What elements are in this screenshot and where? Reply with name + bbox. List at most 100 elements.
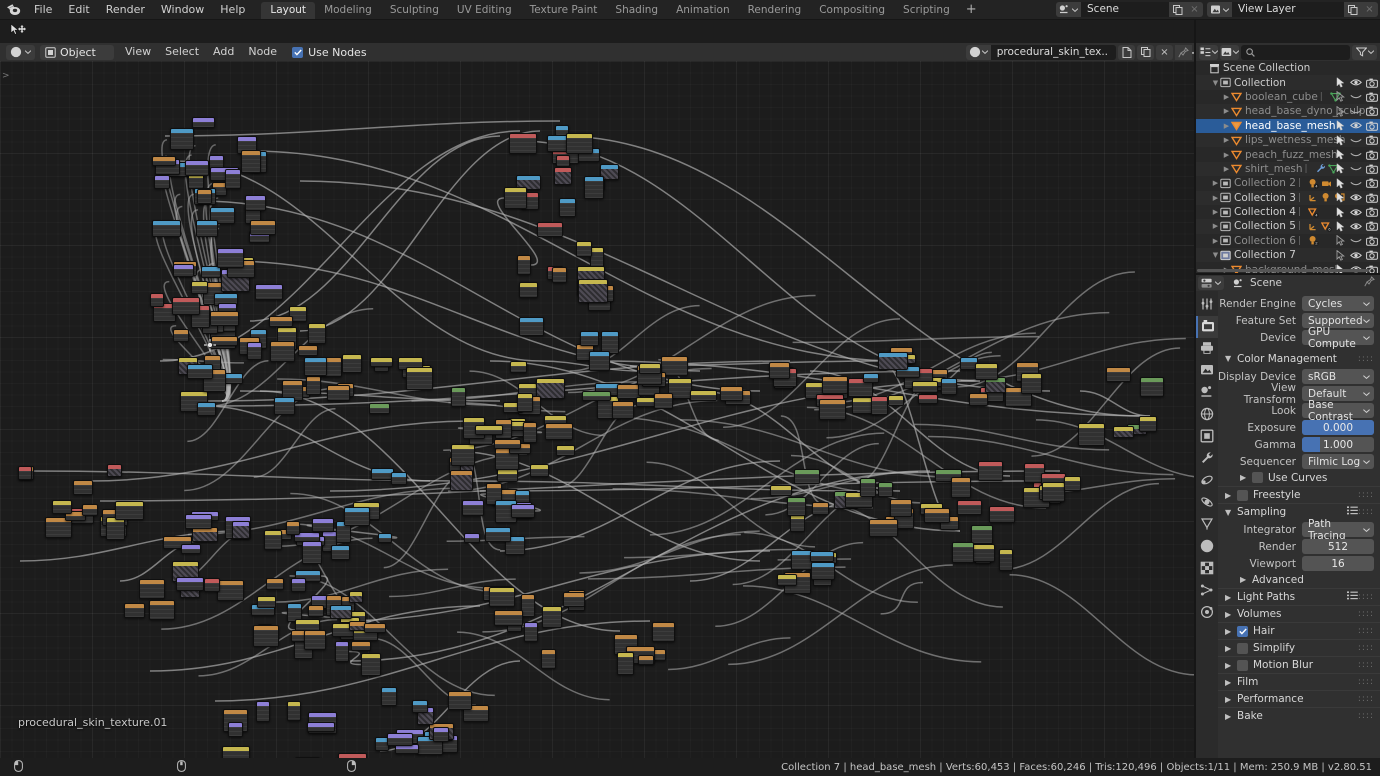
shader-node[interactable] <box>451 444 475 466</box>
shader-node[interactable] <box>1113 426 1134 438</box>
outliner-row-head_base_dyno_sculp[interactable]: ▶ head_base_dyno_sculp <box>1196 104 1380 119</box>
outliner-expander[interactable]: ▶ <box>1222 136 1231 144</box>
freestyle-checkbox[interactable] <box>1237 489 1248 501</box>
menu-edit[interactable]: Edit <box>60 0 97 19</box>
shader-node[interactable] <box>494 439 521 449</box>
shader-node[interactable] <box>888 395 904 406</box>
shader-node[interactable] <box>511 504 535 518</box>
shader-node[interactable] <box>871 396 888 415</box>
outliner-cursor-filled-toggle[interactable] <box>1336 134 1346 146</box>
shader-node[interactable] <box>509 133 537 154</box>
panel-hair[interactable]: ▶ Hair:::: <box>1218 622 1380 639</box>
outliner-filter-id-selector[interactable] <box>1220 44 1239 60</box>
shader-node[interactable] <box>286 521 300 535</box>
light-orange-icon[interactable] <box>1321 192 1332 203</box>
outliner-expander[interactable]: ▼ <box>1211 79 1220 87</box>
outliner-camera-toggle[interactable] <box>1366 92 1378 102</box>
shader-node[interactable] <box>517 393 533 412</box>
outliner-row-shirt_mesh[interactable]: ▶ shirt_mesh | <box>1196 161 1380 177</box>
camera-orange-icon[interactable] <box>1321 178 1332 189</box>
outliner-row-lips_wetness_mesh[interactable]: ▶ lips_wetness_mesh <box>1196 132 1380 148</box>
shader-type-selector[interactable]: Object <box>40 44 1196 60</box>
shader-node[interactable] <box>971 525 993 544</box>
preset-list-icon[interactable] <box>1347 591 1358 603</box>
shader-node[interactable] <box>124 603 145 618</box>
properties-panel[interactable]: Render Engine Cycles Feature Set Supported D… <box>1218 291 1380 758</box>
shader-node[interactable] <box>349 591 363 603</box>
shader-node[interactable] <box>264 530 282 550</box>
shader-node[interactable] <box>999 549 1013 571</box>
property-slider-viewport-samples[interactable]: 16 <box>1302 556 1374 571</box>
shader-node[interactable] <box>524 622 538 642</box>
shader-node[interactable] <box>232 521 250 539</box>
new-view-layer-button[interactable] <box>1344 2 1361 17</box>
menu-window[interactable]: Window <box>153 0 212 19</box>
outliner-eye-closed-toggle[interactable] <box>1350 150 1362 159</box>
outliner-eye-open-toggle[interactable] <box>1350 222 1362 231</box>
shader-node[interactable] <box>256 701 270 722</box>
shader-node[interactable] <box>250 220 276 235</box>
scene-selector[interactable]: Scene × <box>1056 2 1203 17</box>
outliner-expander[interactable]: ▶ <box>1222 151 1231 159</box>
shader-node[interactable] <box>241 150 261 173</box>
outliner-eye-closed-toggle[interactable] <box>1350 107 1362 116</box>
properties-pin-button[interactable] <box>1364 276 1375 290</box>
shader-node[interactable] <box>504 187 527 209</box>
add-workspace-button[interactable]: + <box>959 1 984 18</box>
shader-node[interactable] <box>204 578 220 592</box>
shader-node[interactable] <box>115 501 144 520</box>
shader-node[interactable] <box>255 284 283 300</box>
outliner-cursor-outline-toggle[interactable] <box>1336 235 1346 247</box>
outliner-eye-closed-toggle[interactable] <box>1350 164 1362 173</box>
material-selector[interactable]: procedural_skin_tex.. <box>965 44 1116 60</box>
outliner-eye-closed-toggle[interactable] <box>1350 136 1362 145</box>
mesh-6-icon[interactable]: 6 <box>1321 221 1332 232</box>
workspace-tab-compositing[interactable]: Compositing <box>810 2 894 19</box>
panel-motion-blur[interactable]: ▶ Motion Blur:::: <box>1218 656 1380 673</box>
panel-advanced[interactable]: ▶ Advanced <box>1218 571 1380 588</box>
panel-simplify[interactable]: ▶ Simplify:::: <box>1218 639 1380 656</box>
outliner-camera-toggle[interactable] <box>1366 135 1378 145</box>
shader-node[interactable] <box>769 362 790 379</box>
shader-node[interactable] <box>217 580 244 601</box>
shader-node[interactable] <box>554 167 572 185</box>
wrench-blue-icon[interactable] <box>1315 163 1326 174</box>
shader-node[interactable] <box>497 469 518 482</box>
outliner-eye-closed-toggle[interactable] <box>1350 236 1362 245</box>
outliner-camera-toggle[interactable] <box>1366 164 1378 174</box>
outliner-row-peach_fuzz_mesh[interactable]: ▶ peach_fuzz_mesh <box>1196 147 1380 161</box>
panel-use-curves[interactable]: ▶ Use Curves <box>1218 469 1380 486</box>
outliner-camera-toggle[interactable] <box>1366 178 1378 189</box>
outliner-cursor-filled-toggle[interactable] <box>1336 192 1346 203</box>
shader-node[interactable] <box>690 390 717 401</box>
pin-material-button[interactable] <box>1175 44 1192 60</box>
material-sphere-icon[interactable] <box>965 44 991 60</box>
panel-grip[interactable]: :::: <box>1358 694 1374 704</box>
shader-node[interactable] <box>351 641 371 651</box>
panel-grip[interactable]: :::: <box>1358 660 1374 670</box>
properties-tab-data[interactable] <box>1196 580 1218 602</box>
shader-node[interactable] <box>566 133 593 154</box>
shader-node[interactable] <box>521 594 535 617</box>
property-select-integrator[interactable]: Path Tracing <box>1302 518 1374 542</box>
shader-node[interactable] <box>370 357 393 367</box>
panel-volumes[interactable]: ▶ Volumes:::: <box>1218 605 1380 622</box>
shader-node[interactable] <box>391 472 407 485</box>
shader-node[interactable] <box>584 176 604 199</box>
shader-node[interactable] <box>197 189 212 204</box>
shader-node[interactable] <box>638 655 654 665</box>
properties-tab-scene[interactable] <box>1196 382 1218 404</box>
light-2-icon[interactable]: 2 <box>1308 235 1319 247</box>
shader-node[interactable] <box>1021 373 1042 394</box>
outliner-expander[interactable]: ▶ <box>1211 194 1220 202</box>
outliner-expander[interactable]: ▶ <box>1222 93 1231 101</box>
shader-node[interactable] <box>1106 367 1131 382</box>
shader-node[interactable] <box>170 128 194 150</box>
shader-node[interactable] <box>464 533 480 543</box>
shader-node[interactable] <box>971 544 995 562</box>
shader-node[interactable] <box>860 478 876 497</box>
outliner-row-collection-2[interactable]: ▶ Collection 2 | 4 <box>1196 176 1380 190</box>
outliner-camera-toggle[interactable] <box>1366 121 1378 131</box>
workspace-tab-rendering[interactable]: Rendering <box>739 2 811 19</box>
outliner-row-collection-3[interactable]: ▶ Collection 3 | <box>1196 190 1380 205</box>
